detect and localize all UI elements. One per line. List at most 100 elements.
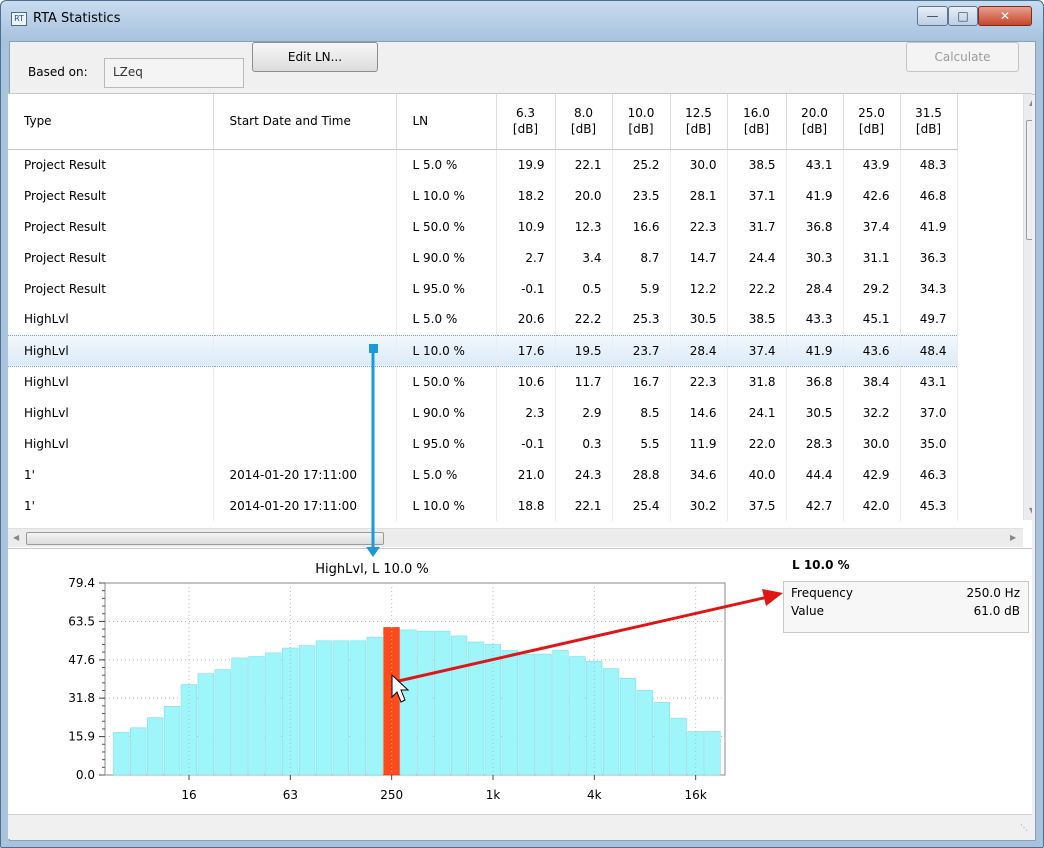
cell-start-date — [213, 149, 397, 180]
bar — [298, 645, 316, 776]
cell-value: 16.6 — [612, 211, 671, 242]
cell-value: 12.3 — [555, 211, 613, 242]
edit-ln-button[interactable]: Edit LN... — [252, 42, 378, 72]
cell-value: 3.4 — [555, 242, 613, 273]
column-header-start-date[interactable]: Start Date and Time — [213, 94, 397, 150]
bar — [163, 706, 181, 776]
cell-value: 38.5 — [727, 304, 787, 335]
bar — [653, 702, 670, 776]
minimize-button[interactable]: — — [917, 6, 948, 26]
vertical-scrollbar[interactable]: ▲ ▼ — [1023, 94, 1032, 520]
table-row[interactable]: 1' 2014-01-20 17:11:00 L 10.0 % 18.8 22.1 25.… — [8, 490, 958, 521]
resize-grip-icon[interactable]: ⋱ — [1020, 823, 1028, 832]
scroll-down-arrow-icon[interactable]: ▼ — [1029, 506, 1032, 515]
cell-start-date — [213, 211, 397, 242]
x-tick-label: 250 — [380, 788, 403, 802]
table-row[interactable]: Project Result L 50.0 % 10.9 12.3 16.6 22.3 31… — [8, 211, 958, 242]
bar — [366, 636, 383, 776]
cell-value: 0.3 — [555, 428, 613, 459]
bar — [400, 629, 417, 776]
cell-value: 21.0 — [496, 459, 556, 490]
table-row[interactable]: HighLvl L 95.0 % -0.1 0.3 5.5 11.9 22.0 28.3 30.… — [8, 428, 958, 459]
cell-value: 23.5 — [612, 180, 671, 211]
column-header-freq[interactable]: 20.0 [dB] — [786, 94, 844, 150]
column-header-freq[interactable]: 6.3 [dB] — [496, 94, 556, 150]
cell-value: 20.6 — [496, 304, 556, 335]
column-header-freq[interactable]: 25.0 [dB] — [843, 94, 901, 150]
column-header-freq-value: 12.5 — [685, 106, 712, 121]
cell-value: 45.3 — [900, 490, 958, 521]
cell-value: -0.1 — [496, 428, 556, 459]
table-header-row: Type Start Date and Time LN 6.3 [dB] 8.0 [d… — [8, 94, 958, 150]
cell-value: 34.3 — [900, 273, 958, 304]
cell-value: 41.9 — [900, 211, 958, 242]
x-tick-label: 1k — [486, 788, 501, 802]
cell-ln: L 10.0 % — [396, 180, 497, 211]
table-row[interactable]: 1' 2014-01-20 17:11:00 L 5.0 % 21.0 24.3 28.8… — [8, 459, 958, 490]
column-header-freq[interactable]: 8.0 [dB] — [555, 94, 613, 150]
cell-value: 2.7 — [496, 242, 556, 273]
bar — [248, 656, 265, 776]
column-header-freq-unit: [dB] — [801, 122, 828, 137]
chart-title: HighLvl, L 10.0 % — [315, 562, 429, 577]
maximize-button[interactable]: □ — [948, 6, 978, 26]
bar — [417, 630, 434, 776]
column-header-freq-value: 20.0 — [801, 106, 828, 121]
cell-value: 10.9 — [496, 211, 556, 242]
close-button[interactable]: ✕ — [978, 6, 1032, 26]
table-row[interactable]: Project Result L 95.0 % -0.1 0.5 5.9 12.2 22.2… — [8, 273, 958, 304]
cell-value: 22.2 — [727, 273, 787, 304]
cell-value: 24.4 — [727, 242, 787, 273]
cell-type: HighLvl — [8, 428, 214, 459]
spectrum-chart[interactable]: HighLvl, L 10.0 % 79.4 63.5 47.6 31.8 15.9 0.0… — [8, 549, 768, 815]
column-header-freq[interactable]: 12.5 [dB] — [670, 94, 728, 150]
column-header-freq[interactable]: 10.0 [dB] — [612, 94, 671, 150]
scroll-left-arrow-icon[interactable]: ◀ — [13, 533, 19, 542]
cell-start-date — [213, 397, 397, 428]
cell-start-date — [213, 366, 397, 397]
cell-value: 28.8 — [612, 459, 671, 490]
scroll-right-arrow-icon[interactable]: ▶ — [1010, 533, 1016, 542]
scroll-up-arrow-icon[interactable]: ▲ — [1029, 98, 1032, 107]
cell-type: Project Result — [8, 273, 214, 304]
cell-value: 14.7 — [670, 242, 728, 273]
bar-highlighted — [383, 627, 400, 776]
column-header-type[interactable]: Type — [8, 94, 214, 150]
column-header-freq[interactable]: 16.0 [dB] — [727, 94, 787, 150]
bar — [434, 630, 451, 776]
cell-value: 43.9 — [843, 149, 901, 180]
title-bar[interactable]: RT RTA Statistics — □ ✕ — [1, 1, 1043, 41]
bar — [535, 653, 552, 776]
table-row[interactable]: Project Result L 90.0 % 2.7 3.4 8.7 14.7 24.4 3… — [8, 242, 958, 273]
calculate-button[interactable]: Calculate — [906, 42, 1019, 72]
y-tick-label: 31.8 — [68, 691, 95, 705]
cell-value: 40.0 — [727, 459, 787, 490]
cell-value: 24.3 — [555, 459, 613, 490]
column-header-ln[interactable]: LN — [396, 94, 497, 150]
horizontal-scrollbar[interactable]: ◀ ▶ — [8, 528, 1023, 547]
cell-value: 28.4 — [670, 334, 728, 367]
cell-value: 24.1 — [727, 397, 787, 428]
table-row[interactable]: Project Result L 10.0 % 18.2 20.0 23.5 28.1 37… — [8, 180, 958, 211]
based-on-field[interactable]: LZeq — [104, 58, 244, 88]
column-header-freq-value: 8.0 — [573, 106, 594, 121]
table-row[interactable]: HighLvl L 5.0 % 20.6 22.2 25.3 30.5 38.5 43.3 45… — [8, 304, 958, 335]
cell-value: 30.0 — [843, 428, 901, 459]
column-header-freq-value: 10.0 — [627, 106, 655, 121]
x-tick-label: 16 — [181, 788, 196, 802]
y-tick-label: 63.5 — [68, 614, 95, 628]
cell-start-date — [213, 334, 397, 367]
column-header-freq-unit: [dB] — [915, 122, 942, 137]
horizontal-scroll-thumb[interactable] — [26, 532, 384, 545]
column-header-freq-unit: [dB] — [685, 122, 712, 137]
cell-ln: L 95.0 % — [396, 428, 497, 459]
table-row[interactable]: HighLvl L 10.0 % 17.6 19.5 23.7 28.4 37.4 41.9 4… — [8, 334, 958, 367]
table-row[interactable]: HighLvl L 90.0 % 2.3 2.9 8.5 14.6 24.1 30.5 32.2… — [8, 397, 958, 428]
table-row[interactable]: Project Result L 5.0 % 19.9 22.1 25.2 30.0 38.… — [8, 149, 958, 180]
vertical-scroll-thumb[interactable] — [1026, 120, 1032, 240]
table-row[interactable]: HighLvl L 50.0 % 10.6 11.7 16.7 22.3 31.8 36.8 3… — [8, 366, 958, 397]
info-value-value: 61.0 dB — [973, 604, 1020, 618]
column-header-freq[interactable]: 31.5 [dB] — [900, 94, 958, 150]
column-header-freq-value: 16.0 — [743, 106, 770, 121]
cell-value: 22.1 — [555, 149, 613, 180]
